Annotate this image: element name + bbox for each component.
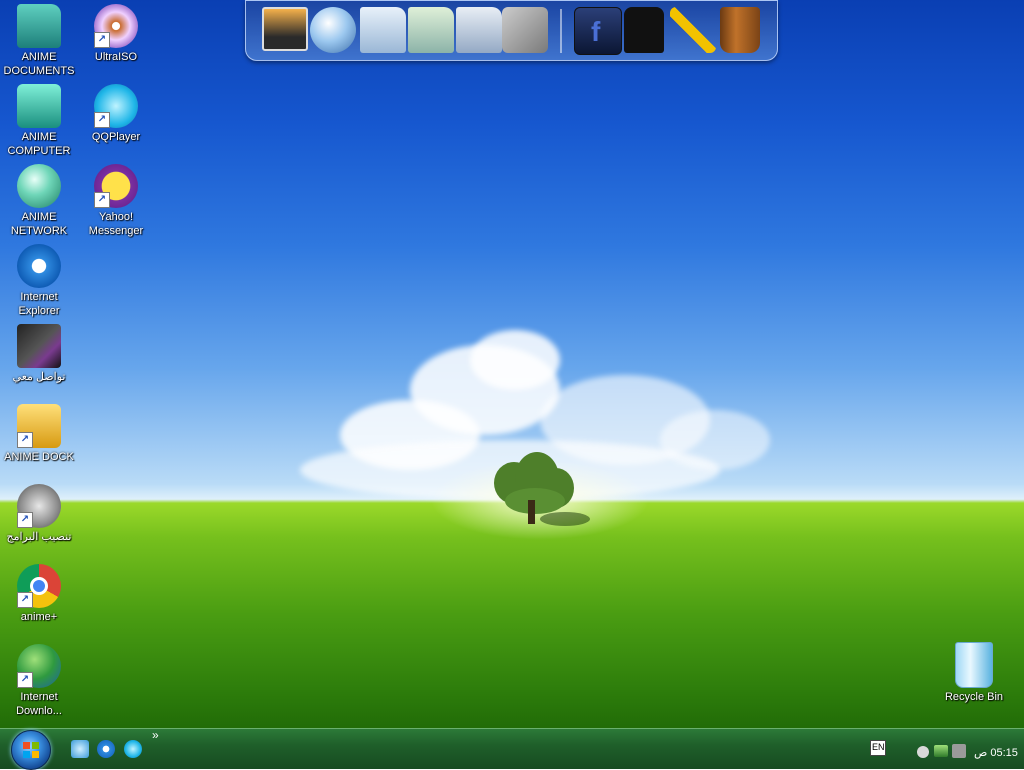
desktop-icon-anime-plus[interactable]: ↗ anime+ <box>1 564 77 624</box>
quicklaunch-show-desktop-icon[interactable] <box>71 740 89 758</box>
shortcut-arrow-icon: ↗ <box>94 32 110 48</box>
desktop-icon-qqplayer[interactable]: ↗ QQPlayer <box>78 84 154 144</box>
desktop-icon-yahoo-messenger[interactable]: ↗ Yahoo! Messenger <box>78 164 154 238</box>
computer-icon <box>17 84 61 128</box>
yahoo-messenger-icon: ↗ <box>94 164 138 208</box>
desktop-icon-label: ANIME NETWORK <box>1 210 77 238</box>
tools-icon[interactable] <box>502 7 548 53</box>
anime-dock: f <box>245 0 778 61</box>
desktop-icon-label: تنصيب البرامج <box>1 530 77 544</box>
desktop-icon-recycle-bin[interactable]: Recycle Bin <box>936 642 1012 704</box>
shortcut-arrow-icon: ↗ <box>94 112 110 128</box>
desktop-icon-label: ANIME COMPUTER <box>1 130 77 158</box>
recycle-bin-icon <box>955 642 993 688</box>
taskbar-clock[interactable]: 05:15 ص <box>974 746 1018 759</box>
desktop-icon-anime-network[interactable]: ANIME NETWORK <box>1 164 77 238</box>
language-label: EN <box>872 742 885 752</box>
tray-volume-icon[interactable] <box>934 745 948 757</box>
shortcut-arrow-icon: ↗ <box>17 512 33 528</box>
start-button[interactable] <box>11 730 51 770</box>
chrome-icon: ↗ <box>17 564 61 608</box>
desktop-icon-internet-explorer[interactable]: Internet Explorer <box>1 244 77 318</box>
desktop-icon-label: Internet Explorer <box>1 290 77 318</box>
desktop-icon-label: تواصل معي <box>1 370 77 384</box>
dark-folder-icon <box>17 324 61 368</box>
disc-icon: ↗ <box>94 4 138 48</box>
desktop-icon-internet-download-manager[interactable]: ↗ Internet Downlo... <box>1 644 77 718</box>
music-folder-icon[interactable] <box>408 7 454 53</box>
language-indicator[interactable]: EN <box>870 740 886 756</box>
shortcut-arrow-icon: ↗ <box>17 592 33 608</box>
download-manager-icon: ↗ <box>17 644 61 688</box>
desktop-icon-label: anime+ <box>1 610 77 624</box>
folder-icon <box>17 4 61 48</box>
quicklaunch-more-button[interactable]: » <box>152 728 159 742</box>
shortcut-arrow-icon: ↗ <box>17 672 33 688</box>
desktop-icon-label: ANIME DOCK <box>1 450 77 464</box>
desktop-icon-label: UltraISO <box>78 50 154 64</box>
desktop-icon-install-programs[interactable]: ↗ تنصيب البرامج <box>1 484 77 544</box>
tray-action-center-icon[interactable] <box>952 744 966 758</box>
desktop-icon-label: QQPlayer <box>78 130 154 144</box>
dock-separator <box>560 9 562 53</box>
desktop-icon-anime-dock[interactable]: ↗ ANIME DOCK <box>1 404 77 464</box>
tools-hammer-icon[interactable] <box>670 7 716 53</box>
quicklaunch-browser-icon[interactable] <box>124 740 142 758</box>
media-player-icon: ↗ <box>94 84 138 128</box>
tray-network-icon[interactable] <box>917 746 929 758</box>
wooden-bucket-icon[interactable] <box>720 7 760 53</box>
shortcut-arrow-icon: ↗ <box>17 432 33 448</box>
quicklaunch-internet-explorer-icon[interactable] <box>97 740 115 758</box>
shortcut-arrow-icon: ↗ <box>94 192 110 208</box>
facebook-icon[interactable]: f <box>574 7 622 55</box>
network-globe-icon <box>17 164 61 208</box>
desktop-icon-anime-documents[interactable]: ANIME DOCUMENTS <box>1 4 77 78</box>
desktop-icon-ultraiso[interactable]: ↗ UltraISO <box>78 4 154 64</box>
rocketdock-icon: ↗ <box>17 404 61 448</box>
desktop-icon-label: Internet Downlo... <box>1 690 77 718</box>
desktop-icon-contact-me[interactable]: تواصل معي <box>1 324 77 384</box>
desktop-icon-anime-computer[interactable]: ANIME COMPUTER <box>1 84 77 158</box>
internet-explorer-icon <box>17 244 61 288</box>
desktop-icon-label: ANIME DOCUMENTS <box>1 50 77 78</box>
network-globe-icon[interactable] <box>310 7 356 53</box>
tshirt-icon[interactable] <box>624 7 664 53</box>
pictures-folder-icon[interactable] <box>456 7 502 53</box>
desktop-icon-label: Yahoo! Messenger <box>78 210 154 238</box>
installer-icon: ↗ <box>17 484 61 528</box>
windows-logo-icon <box>23 742 39 758</box>
documents-folder-icon[interactable] <box>360 7 406 53</box>
anime-character-monitor-icon[interactable] <box>262 7 308 51</box>
desktop-icon-label: Recycle Bin <box>936 690 1012 704</box>
